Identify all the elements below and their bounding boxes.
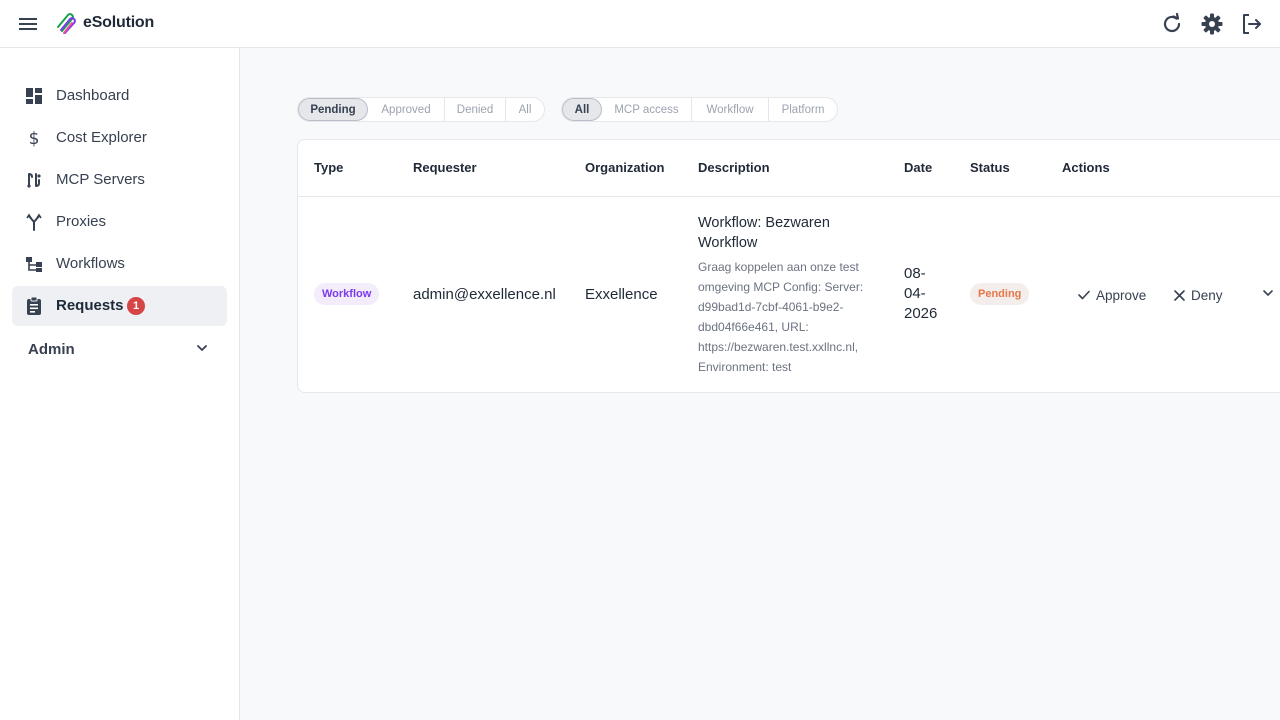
sidebar-item-label: Requests (56, 297, 124, 314)
brand-name: eSolution (83, 14, 155, 31)
fork-icon (26, 213, 42, 231)
filter-mcp-access[interactable]: MCP access (602, 98, 692, 121)
menu-icon[interactable] (17, 14, 39, 34)
filter-all-status[interactable]: All (506, 98, 544, 121)
mcp-icon (27, 173, 41, 188)
column-header-type: Type (314, 160, 344, 175)
deny-label: Deny (1191, 287, 1223, 303)
chevron-down-icon[interactable] (1261, 286, 1275, 300)
sidebar-item-label: Cost Explorer (56, 129, 147, 146)
sidebar-item-workflows[interactable]: Workflows (12, 244, 227, 284)
sidebar-item-proxies[interactable]: Proxies (12, 202, 227, 242)
status-badge: Pending (970, 283, 1030, 305)
organization-cell: Exxellence (585, 286, 658, 303)
approve-button[interactable]: Approve (1077, 285, 1146, 305)
sidebar-item-requests[interactable]: Requests 1 (12, 286, 227, 326)
status-filter: Pending Approved Denied All (297, 97, 545, 122)
requester-cell: admin@exxellence.nl (413, 286, 556, 303)
sidebar-item-label: Workflows (56, 255, 125, 272)
column-header-status: Status (970, 160, 1010, 175)
notification-badge: 1 (127, 297, 145, 315)
top-bar: eSolution (0, 0, 1280, 48)
refresh-icon[interactable] (1160, 12, 1184, 36)
admin-label: Admin (28, 341, 75, 358)
check-icon (1078, 290, 1090, 300)
dashboard-icon (26, 88, 42, 104)
dollar-icon: $ (29, 129, 40, 148)
description-title: Workflow: Bezwaren Workflow (698, 215, 830, 251)
sidebar-item-label: Dashboard (56, 87, 130, 104)
workflow-icon (26, 257, 42, 272)
column-header-description: Description (698, 160, 770, 175)
sidebar: Dashboard $ Cost Explorer MCP Servers Pr… (0, 48, 240, 720)
sidebar-item-label: MCP Servers (56, 171, 145, 188)
sidebar-item-mcp-servers[interactable]: MCP Servers (12, 160, 227, 200)
logout-icon[interactable] (1240, 12, 1264, 36)
chevron-down-icon (197, 345, 207, 351)
sidebar-item-label: Proxies (56, 213, 107, 230)
filter-platform[interactable]: Platform (769, 98, 837, 121)
header-divider (298, 196, 1280, 197)
type-filter: All MCP access Workflow Platform (561, 97, 838, 122)
deny-button[interactable]: Deny (1173, 285, 1223, 305)
column-header-actions: Actions (1062, 160, 1110, 175)
close-icon (1174, 289, 1185, 301)
date-cell: 08-04-2026 (904, 265, 938, 322)
filter-pending[interactable]: Pending (298, 98, 368, 121)
type-badge: Workflow (314, 283, 380, 305)
approve-label: Approve (1096, 287, 1147, 303)
description-body: Graag koppelen aan onze test omgeving MC… (698, 260, 864, 374)
column-header-organization: Organization (585, 160, 665, 175)
filter-all-types[interactable]: All (562, 98, 602, 121)
sidebar-admin-toggle[interactable]: Admin (16, 330, 227, 370)
column-header-date: Date (904, 160, 933, 175)
svg-text:$: $ (29, 129, 40, 148)
sidebar-item-dashboard[interactable]: Dashboard (12, 76, 227, 116)
filter-workflow[interactable]: Workflow (692, 98, 769, 121)
logo-icon[interactable] (54, 11, 80, 37)
clipboard-icon (27, 296, 41, 315)
gear-icon[interactable] (1200, 12, 1224, 36)
column-header-requester: Requester (413, 160, 477, 175)
filter-denied[interactable]: Denied (445, 98, 506, 121)
sidebar-item-cost-explorer[interactable]: $ Cost Explorer (12, 118, 227, 158)
filter-approved[interactable]: Approved (368, 98, 445, 121)
requests-table: Type Requester Organization Description … (297, 139, 1280, 393)
